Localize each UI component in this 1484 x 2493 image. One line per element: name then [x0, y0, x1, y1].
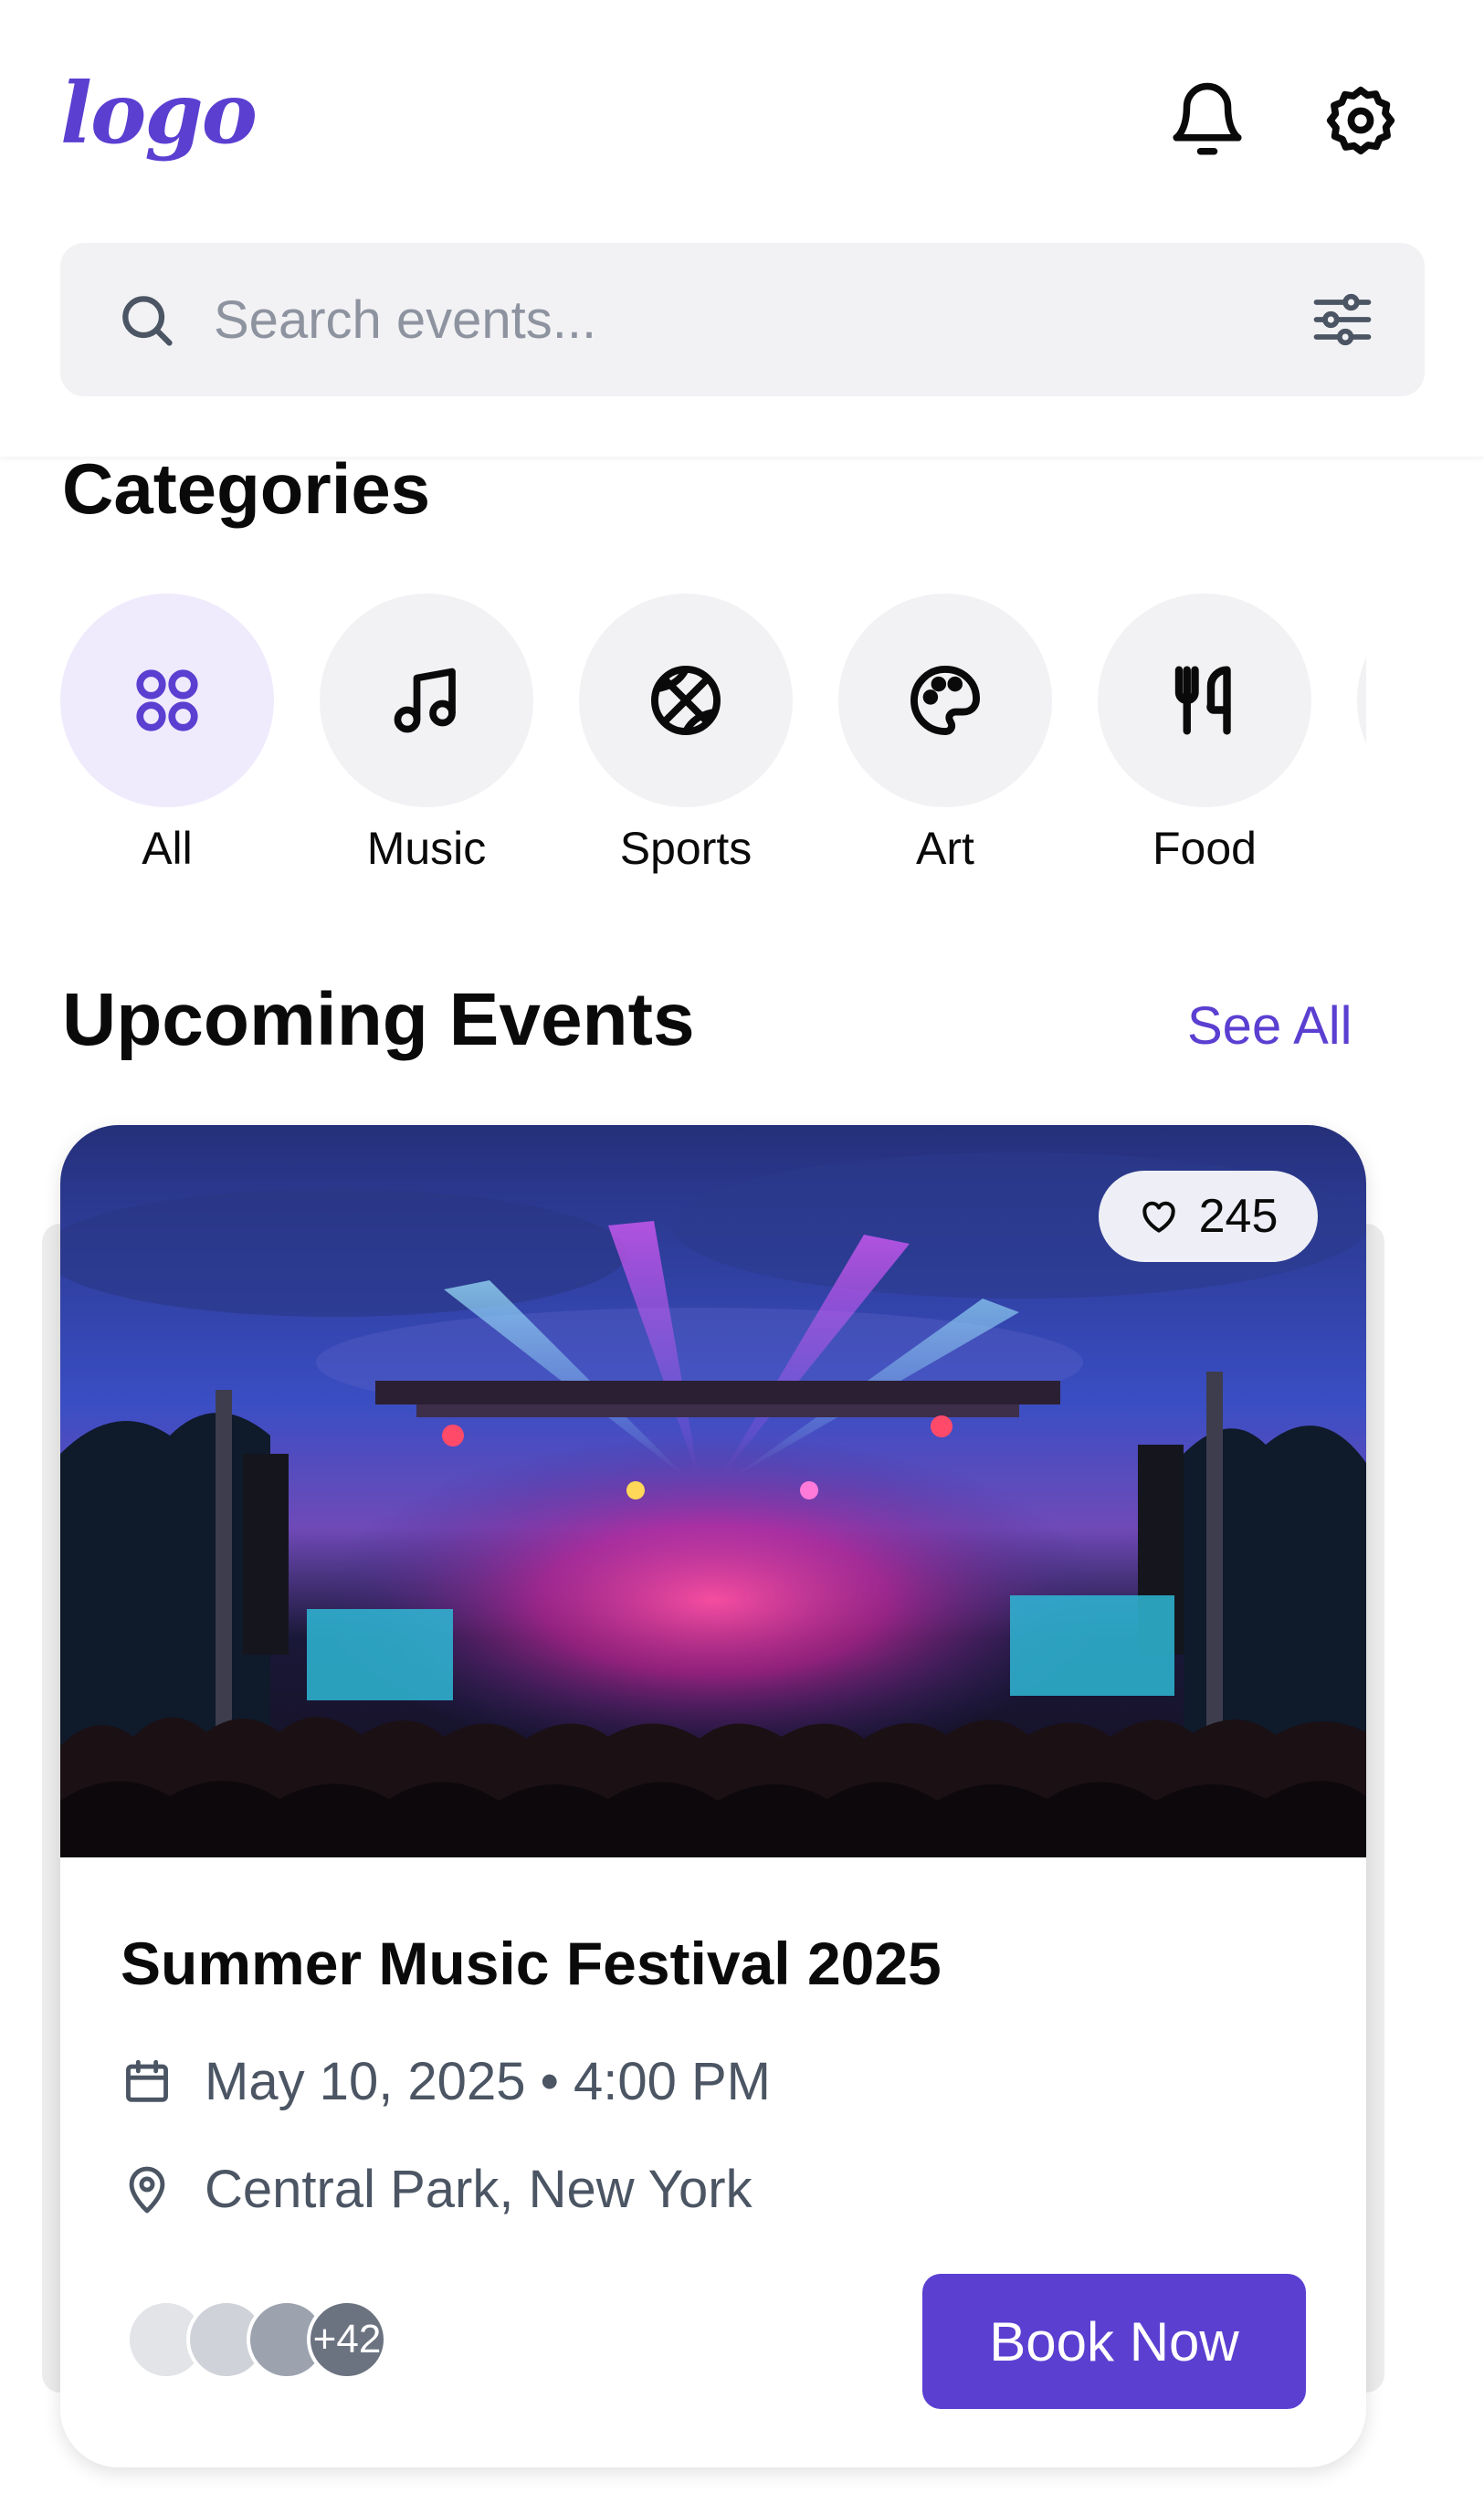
heart-icon [1142, 1201, 1175, 1233]
category-art[interactable]: Art [838, 594, 1052, 875]
event-date-time: May 10, 2025 • 4:00 PM [205, 2052, 771, 2111]
see-all-link[interactable]: See All [1187, 995, 1352, 1057]
attendees-more-badge: +42 [307, 2299, 387, 2380]
category-circle [1098, 594, 1311, 807]
event-image: 245 [60, 1125, 1366, 1857]
upcoming-events-title: Upcoming Events [62, 978, 695, 1061]
search-input[interactable] [214, 278, 1218, 362]
category-label: Music [366, 823, 487, 874]
app-header: logo [0, 0, 1484, 457]
location-pin-icon [129, 2166, 165, 2213]
category-circle [1357, 594, 1366, 807]
category-label: Food [1152, 823, 1257, 874]
settings-button[interactable] [1315, 75, 1406, 166]
attendee-avatars[interactable]: +42 [126, 2299, 418, 2382]
likes-badge[interactable]: 245 [1099, 1171, 1318, 1262]
filter-sliders-icon[interactable] [1308, 285, 1377, 354]
category-music[interactable]: Music [320, 594, 533, 875]
basketball-icon [651, 666, 721, 735]
event-date-row: May 10, 2025 • 4:00 PM [121, 2051, 771, 2112]
event-card-body: Summer Music Festival 2025 May 10, 2025 … [60, 1857, 1366, 2467]
category-sports[interactable]: Sports [579, 594, 793, 875]
event-title: Summer Music Festival 2025 [121, 1930, 942, 1997]
category-circle [320, 594, 533, 807]
category-food[interactable]: Food [1098, 594, 1311, 875]
event-card[interactable]: 245 Summer Music Festival 2025 May 10, 2… [60, 1125, 1366, 2467]
calendar-icon [126, 2059, 168, 2102]
likes-count: 245 [1198, 1190, 1279, 1243]
category-circle [579, 594, 793, 807]
category-label: Art [916, 823, 974, 874]
category-more[interactable] [1357, 594, 1366, 807]
search-bar [60, 243, 1425, 396]
bell-icon [1173, 82, 1242, 155]
category-all[interactable]: All [60, 594, 274, 875]
category-label: Sports [619, 823, 753, 874]
grid-icon [136, 669, 198, 731]
event-location: Central Park, New York [205, 2160, 753, 2219]
event-location-row: Central Park, New York [121, 2159, 753, 2220]
categories-row: All Music Sports Art Food [60, 594, 1366, 895]
utensils-icon [1174, 666, 1231, 735]
palette-icon [910, 666, 980, 735]
category-circle [838, 594, 1052, 807]
category-circle [60, 594, 274, 807]
notifications-button[interactable] [1162, 75, 1253, 166]
book-now-button[interactable]: Book Now [922, 2274, 1306, 2409]
search-icon [122, 296, 173, 346]
gear-icon [1326, 86, 1395, 155]
categories-title: Categories [62, 448, 431, 529]
logo[interactable]: logo [60, 64, 258, 163]
music-note-icon [394, 668, 456, 733]
category-label: All [142, 823, 193, 874]
